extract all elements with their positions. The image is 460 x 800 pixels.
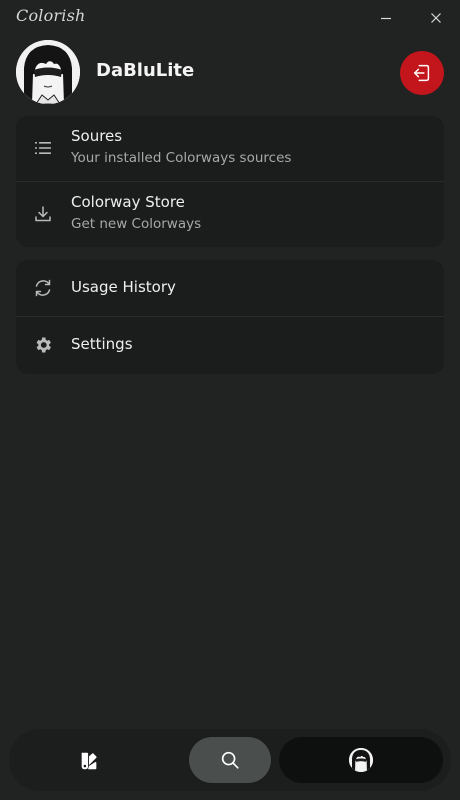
app-title: Colorish <box>16 6 86 25</box>
nav-colorways-button[interactable] <box>77 749 101 773</box>
avatar[interactable] <box>16 40 80 104</box>
palette-icon <box>81 752 97 770</box>
close-icon <box>431 13 441 23</box>
nav-profile-button[interactable] <box>279 737 443 783</box>
app-window: Colorish DaBluLite Soures Your installed… <box>0 0 460 800</box>
menu-item-label: Settings <box>71 335 133 353</box>
logout-icon <box>413 64 430 82</box>
menu-item-colorway-store[interactable]: Colorway Store Get new Colorways <box>16 181 444 247</box>
minimize-button[interactable] <box>372 6 400 30</box>
title-bar: Colorish <box>0 0 460 36</box>
sources-card: Soures Your installed Colorways sources … <box>16 116 444 247</box>
menu-item-settings[interactable]: Settings <box>16 316 444 373</box>
menu-item-label: Colorway Store <box>71 193 185 211</box>
settings-card: Usage History Settings <box>16 260 444 374</box>
profile-avatar <box>349 748 373 772</box>
bottom-nav <box>9 729 451 791</box>
history-icon <box>33 278 53 298</box>
menu-item-sublabel: Get new Colorways <box>71 216 202 232</box>
menu-item-label: Soures <box>71 127 123 145</box>
nav-search-button[interactable] <box>189 737 271 783</box>
menu-item-sublabel: Your installed Colorways sources <box>71 150 292 166</box>
minimize-icon <box>381 17 391 20</box>
search-icon <box>221 751 239 769</box>
username: DaBluLite <box>96 60 195 81</box>
menu-item-usage-history[interactable]: Usage History <box>16 260 444 316</box>
close-button[interactable] <box>422 6 450 30</box>
list-icon <box>33 138 53 158</box>
menu-item-sources[interactable]: Soures Your installed Colorways sources <box>16 116 444 181</box>
menu-item-label: Usage History <box>71 278 176 296</box>
gear-icon <box>33 335 53 355</box>
download-icon <box>33 204 53 224</box>
logout-button[interactable] <box>400 51 444 95</box>
